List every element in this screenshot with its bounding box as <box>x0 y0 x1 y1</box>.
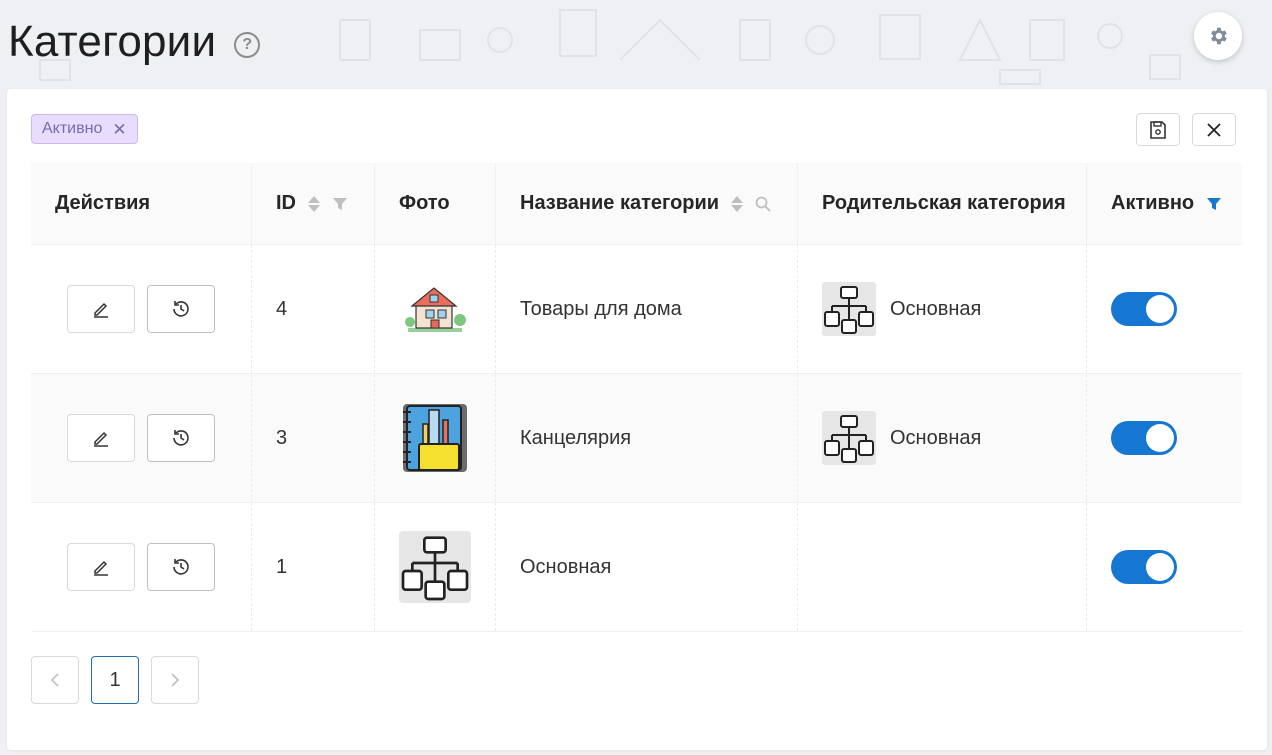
save-button[interactable] <box>1136 113 1180 146</box>
active-filter-tag: Активно ✕ <box>31 114 138 144</box>
row-name: Канцелярия <box>495 374 797 502</box>
pencil-icon <box>94 302 108 318</box>
content-card: Активно ✕ Действия ID Фото Название кате… <box>7 89 1267 750</box>
close-button[interactable] <box>1192 113 1236 146</box>
row-photo <box>374 503 495 631</box>
column-photo: Фото <box>374 163 495 244</box>
row-id: 1 <box>251 503 374 631</box>
pencil-icon <box>94 431 108 447</box>
table-row: 3 Канцелярия Основная <box>31 374 1242 503</box>
save-icon <box>1150 120 1166 139</box>
table-row: 1 Основная <box>31 503 1242 632</box>
history-button[interactable] <box>147 414 215 462</box>
gear-icon <box>1211 27 1227 45</box>
close-icon <box>1207 122 1221 137</box>
history-button[interactable] <box>147 543 215 591</box>
categories-table: Действия ID Фото Название категории Роди… <box>31 163 1242 632</box>
filter-tag-label: Активно <box>42 120 103 137</box>
history-icon <box>173 559 189 575</box>
hierarchy-icon <box>399 531 471 603</box>
row-parent: Основная <box>797 245 1086 373</box>
active-toggle[interactable] <box>1111 292 1177 326</box>
row-id: 4 <box>251 245 374 373</box>
table-header: Действия ID Фото Название категории Роди… <box>31 163 1242 245</box>
page-button-current[interactable]: 1 <box>91 656 139 704</box>
row-actions <box>31 503 251 631</box>
settings-button[interactable] <box>1194 12 1242 60</box>
history-icon <box>173 430 189 446</box>
hierarchy-icon <box>822 282 876 336</box>
active-toggle[interactable] <box>1111 421 1177 455</box>
chevron-left-icon <box>50 673 59 687</box>
close-icon[interactable]: ✕ <box>112 121 126 138</box>
pagination: 1 <box>31 656 199 704</box>
hierarchy-icon <box>822 411 876 465</box>
pencil-icon <box>94 560 108 576</box>
search-icon[interactable] <box>755 196 771 212</box>
column-active[interactable]: Активно <box>1086 163 1242 244</box>
edit-button[interactable] <box>67 543 135 591</box>
column-name[interactable]: Название категории <box>495 163 797 244</box>
row-actions <box>31 245 251 373</box>
next-page-button[interactable] <box>151 656 199 704</box>
history-icon <box>173 301 189 317</box>
column-actions: Действия <box>55 192 151 214</box>
chevron-right-icon <box>171 673 180 687</box>
table-row: 4 Товары для дома Основная <box>31 245 1242 374</box>
row-parent <box>797 503 1086 631</box>
row-name: Товары для дома <box>495 245 797 373</box>
row-actions <box>31 374 251 502</box>
edit-button[interactable] <box>67 285 135 333</box>
row-active <box>1086 374 1242 502</box>
house-icon <box>405 287 466 332</box>
row-id: 3 <box>251 374 374 502</box>
column-parent: Родительская категория <box>797 163 1086 244</box>
page-title: Категории <box>8 17 217 66</box>
sort-icon[interactable] <box>731 195 744 212</box>
parent-name: Основная <box>890 426 982 449</box>
edit-button[interactable] <box>67 414 135 462</box>
row-active <box>1086 245 1242 373</box>
column-id[interactable]: ID <box>251 163 374 244</box>
stationery-icon <box>403 404 467 472</box>
history-button[interactable] <box>147 285 215 333</box>
page-header: Категории ? <box>8 14 261 70</box>
row-name: Основная <box>495 503 797 631</box>
parent-name: Основная <box>890 297 982 320</box>
help-icon[interactable]: ? <box>234 32 261 58</box>
row-photo <box>374 374 495 502</box>
row-parent: Основная <box>797 374 1086 502</box>
prev-page-button[interactable] <box>31 656 79 704</box>
active-toggle[interactable] <box>1111 550 1177 584</box>
filter-icon[interactable] <box>1206 196 1222 212</box>
row-photo <box>374 245 495 373</box>
filter-icon[interactable] <box>332 196 348 212</box>
sort-icon[interactable] <box>308 195 320 212</box>
row-active <box>1086 503 1242 631</box>
